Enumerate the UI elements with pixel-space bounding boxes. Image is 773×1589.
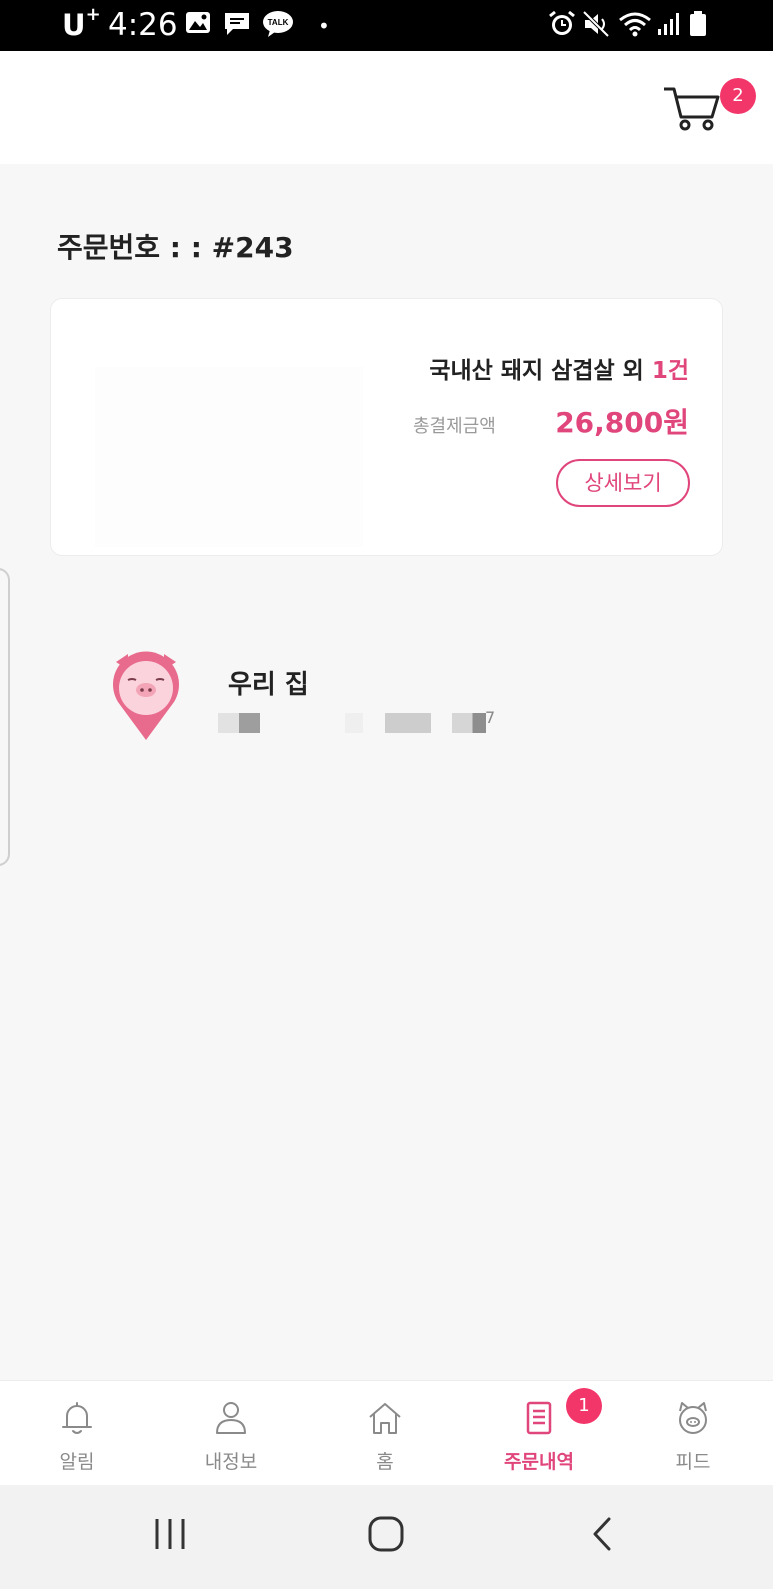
detail-button[interactable]: 상세보기	[556, 459, 690, 507]
address-redacted	[385, 713, 431, 733]
product-name: 국내산 돼지 삼겹살 외 1건	[429, 358, 689, 384]
status-bar: U+ 4:26 TALK •	[0, 0, 773, 51]
system-nav-bar	[0, 1485, 773, 1589]
order-card[interactable]: 국내산 돼지 삼겹살 외 1건 총결제금액 26,800원 상세보기	[50, 298, 723, 556]
nav-label-feed: 피드	[675, 1451, 711, 1473]
message-icon	[225, 13, 249, 35]
product-extra-count: 1건	[651, 358, 689, 384]
bell-icon	[62, 1402, 92, 1434]
cart-button[interactable]	[662, 83, 722, 133]
recent-apps-button[interactable]	[152, 1515, 188, 1553]
address-redacted	[345, 713, 363, 733]
kakaotalk-icon: TALK	[263, 11, 293, 37]
orders-count-badge: 1	[566, 1388, 602, 1424]
address-digit: 7	[485, 708, 496, 727]
address-title: 우리 집	[228, 670, 309, 700]
person-icon	[216, 1402, 246, 1434]
notification-dot: •	[318, 14, 330, 38]
carrier-label: U+	[62, 4, 101, 42]
cart-count-badge: 2	[720, 78, 756, 114]
home-icon	[369, 1403, 401, 1434]
nav-label-orders: 주문내역	[504, 1451, 574, 1473]
nav-item-home[interactable]: 홈	[308, 1381, 462, 1486]
screen: U+ 4:26 TALK • 2 주문번호:: #243 국내산 돼지 삼겹…	[0, 0, 773, 1589]
pig-face-icon	[679, 1402, 707, 1434]
nav-label-alerts: 알림	[59, 1451, 95, 1473]
alarm-icon	[549, 10, 575, 35]
app-header: 2	[0, 51, 773, 164]
receipt-icon	[526, 1401, 552, 1435]
edge-panel-handle[interactable]	[0, 568, 10, 866]
mute-icon	[582, 10, 610, 38]
home-system-button[interactable]	[367, 1515, 405, 1553]
cart-icon	[664, 87, 720, 131]
back-button[interactable]	[588, 1515, 616, 1553]
address-redacted	[218, 713, 260, 733]
svg-text:TALK: TALK	[268, 18, 289, 27]
nav-label-myinfo: 내정보	[204, 1451, 258, 1473]
product-thumbnail	[95, 367, 363, 547]
total-amount: 26,800원	[555, 406, 689, 439]
pig-location-pin-icon	[113, 651, 179, 740]
status-time: 4:26	[108, 7, 178, 43]
gallery-icon	[186, 12, 210, 33]
nav-label-home: 홈	[376, 1451, 394, 1473]
nav-item-feed[interactable]: 피드	[616, 1381, 770, 1486]
nav-item-alerts[interactable]: 알림	[0, 1381, 154, 1486]
bottom-nav: 알림 내정보 홈 주문내역 피드 1	[0, 1380, 773, 1485]
signal-icon	[658, 13, 679, 35]
wifi-icon	[619, 12, 651, 37]
nav-item-myinfo[interactable]: 내정보	[154, 1381, 308, 1486]
address-redacted	[452, 713, 486, 733]
order-number: 주문번호 : : #243	[57, 231, 294, 264]
total-label: 총결제금액	[413, 416, 496, 437]
battery-icon	[690, 11, 706, 36]
